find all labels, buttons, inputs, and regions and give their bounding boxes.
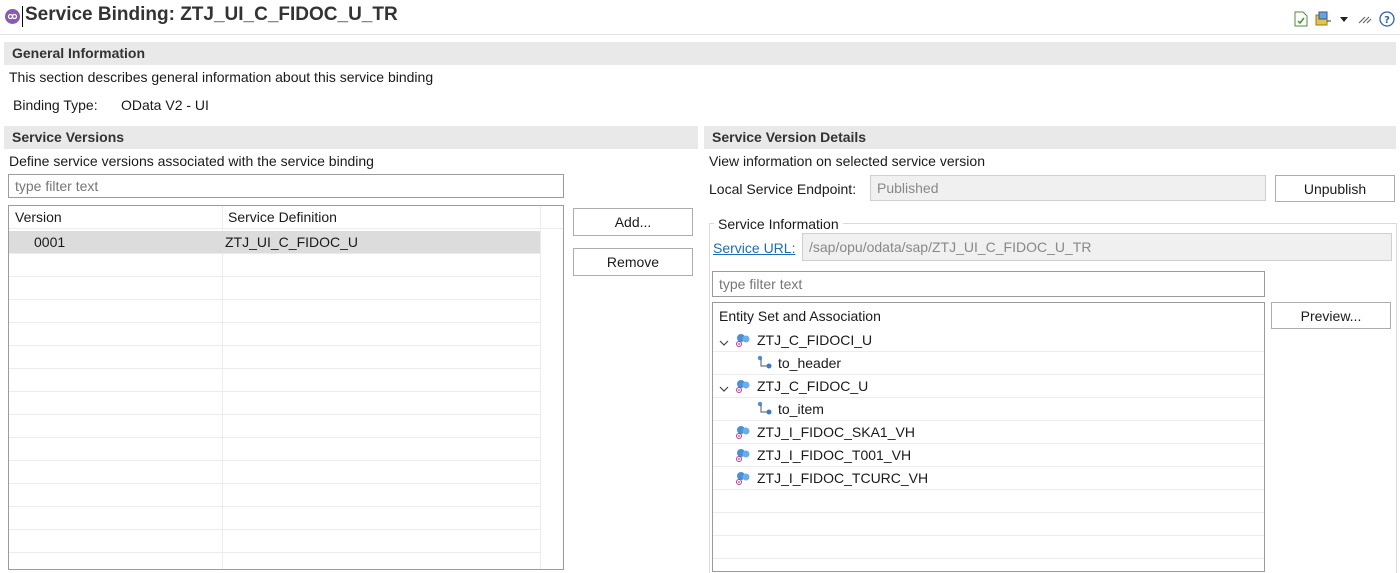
tree-row-empty bbox=[713, 513, 1264, 536]
tree-item-label: to_item bbox=[778, 401, 824, 417]
binding-type-label: Binding Type: bbox=[13, 97, 98, 113]
tree-row[interactable]: ZTJ_I_FIDOC_T001_VH bbox=[713, 444, 1264, 467]
binding-type-value: OData V2 - UI bbox=[121, 97, 209, 113]
table-row-empty bbox=[9, 530, 540, 553]
tree-row[interactable]: to_header bbox=[713, 352, 1264, 375]
entity-filter-input[interactable]: type filter text bbox=[712, 271, 1265, 297]
entity-set-icon bbox=[735, 470, 751, 486]
table-row[interactable]: 0001 ZTJ_UI_C_FIDOC_U bbox=[9, 231, 540, 254]
tree-row[interactable]: ZTJ_C_FIDOCI_U bbox=[713, 329, 1264, 352]
service-url-field: /sap/opu/odata/sap/ZTJ_UI_C_FIDOC_U_TR bbox=[802, 233, 1392, 261]
entity-set-tree: Entity Set and Association ZTJ_C_FIDOCI_… bbox=[712, 302, 1265, 572]
entity-set-icon bbox=[735, 378, 751, 394]
add-button[interactable]: Add... bbox=[573, 208, 693, 236]
help-icon[interactable]: ? bbox=[1379, 11, 1395, 27]
tree-row-empty bbox=[713, 490, 1264, 513]
entity-set-icon bbox=[735, 424, 751, 440]
service-versions-description: Define service versions associated with … bbox=[9, 153, 374, 169]
versions-filter-input[interactable]: type filter text bbox=[8, 174, 564, 198]
entity-set-icon bbox=[735, 332, 751, 348]
tree-header: Entity Set and Association bbox=[719, 308, 881, 324]
header-divider bbox=[0, 34, 1400, 35]
tree-item-label: ZTJ_I_FIDOC_T001_VH bbox=[757, 447, 912, 463]
table-row-empty bbox=[9, 346, 540, 369]
service-binding-icon bbox=[5, 9, 20, 24]
svg-text:?: ? bbox=[1384, 15, 1390, 26]
service-versions-heading: Service Versions bbox=[4, 126, 698, 149]
table-row-empty bbox=[9, 323, 540, 346]
remove-button[interactable]: Remove bbox=[573, 248, 693, 276]
table-row-empty bbox=[9, 507, 540, 530]
local-service-endpoint-field: Published bbox=[870, 175, 1266, 201]
tree-row-empty bbox=[713, 536, 1264, 559]
service-information-legend: Service Information bbox=[714, 216, 843, 232]
general-information-description: This section describes general informati… bbox=[9, 69, 434, 85]
version-cell: 0001 bbox=[34, 234, 66, 250]
table-row-empty bbox=[9, 254, 540, 277]
service-version-details-description: View information on selected service ver… bbox=[709, 153, 985, 169]
tree-row[interactable]: ZTJ_I_FIDOC_TCURC_VH bbox=[713, 467, 1264, 490]
dropdown-arrow-icon[interactable] bbox=[1339, 11, 1349, 27]
service-version-details-heading: Service Version Details bbox=[704, 126, 1396, 149]
table-row-empty bbox=[9, 300, 540, 323]
tree-item-label: ZTJ_I_FIDOC_TCURC_VH bbox=[757, 470, 929, 486]
publish-icon[interactable] bbox=[1293, 11, 1309, 27]
tree-item-label: ZTJ_C_FIDOCI_U bbox=[757, 332, 873, 348]
unpublish-button[interactable]: Unpublish bbox=[1275, 175, 1395, 202]
preview-button[interactable]: Preview... bbox=[1271, 302, 1391, 329]
chevron-down-icon[interactable] bbox=[719, 381, 729, 397]
tree-row[interactable]: to_item bbox=[713, 398, 1264, 421]
association-icon bbox=[757, 401, 773, 417]
table-row-empty bbox=[9, 392, 540, 415]
table-row-empty bbox=[9, 484, 540, 507]
table-header-row: Version Service Definition bbox=[9, 206, 563, 229]
table-row-empty bbox=[9, 461, 540, 484]
tree-item-label: ZTJ_C_FIDOC_U bbox=[757, 378, 869, 394]
tree-row[interactable]: ZTJ_I_FIDOC_SKA1_VH bbox=[713, 421, 1264, 444]
service-definition-cell: ZTJ_UI_C_FIDOC_U bbox=[225, 234, 359, 250]
table-row-empty bbox=[9, 369, 540, 392]
chevron-down-icon[interactable] bbox=[719, 335, 729, 351]
minimize-icon[interactable] bbox=[1357, 11, 1373, 27]
tree-item-label: ZTJ_I_FIDOC_SKA1_VH bbox=[757, 424, 915, 440]
general-information-heading: General Information bbox=[4, 42, 1396, 65]
column-divider bbox=[540, 206, 541, 569]
table-row-empty bbox=[9, 438, 540, 461]
table-row-empty bbox=[9, 415, 540, 438]
association-icon bbox=[757, 355, 773, 371]
service-url-link[interactable]: Service URL: bbox=[713, 240, 795, 256]
entity-set-icon bbox=[735, 447, 751, 463]
tree-item-label: to_header bbox=[778, 355, 842, 371]
local-service-endpoint-label: Local Service Endpoint: bbox=[709, 181, 857, 197]
versions-table: Version Service Definition 0001 ZTJ_UI_C… bbox=[8, 205, 564, 570]
column-header-service-definition[interactable]: Service Definition bbox=[228, 206, 337, 229]
tree-row[interactable]: ZTJ_C_FIDOC_U bbox=[713, 375, 1264, 398]
column-header-version[interactable]: Version bbox=[15, 206, 62, 229]
page-title: Service Binding: ZTJ_UI_C_FIDOC_U_TR bbox=[25, 4, 398, 25]
table-row-empty bbox=[9, 277, 540, 300]
related-objects-icon[interactable] bbox=[1315, 11, 1333, 27]
tree-header-row: Entity Set and Association bbox=[713, 305, 1264, 328]
text-cursor bbox=[22, 6, 23, 27]
